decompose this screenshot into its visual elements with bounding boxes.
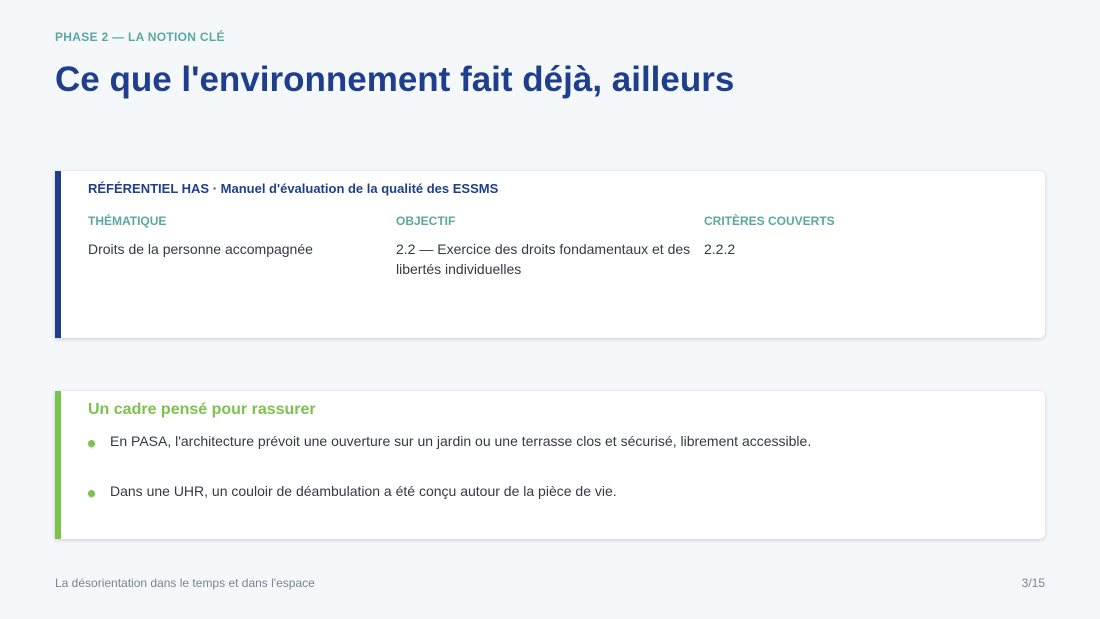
objectif-column: OBJECTIF 2.2 — Exercice des droits fonda… bbox=[396, 214, 696, 279]
cadre-card: Un cadre pensé pour rassurer En PASA, l'… bbox=[55, 391, 1045, 539]
phase-label: PHASE 2 — LA NOTION CLÉ bbox=[55, 30, 225, 44]
criteres-column: CRITÈRES COUVERTS 2.2.2 bbox=[704, 214, 1004, 259]
page-number: 3/15 bbox=[1021, 576, 1045, 590]
cadre-title: Un cadre pensé pour rassurer bbox=[88, 401, 316, 418]
criteres-label: CRITÈRES COUVERTS bbox=[704, 214, 835, 228]
page-title: Ce que l'environnement fait déjà, ailleu… bbox=[55, 60, 735, 99]
referentiel-heading: RÉFÉRENTIEL HAS · Manuel d'évaluation de… bbox=[88, 181, 499, 196]
bullet-dot-icon bbox=[88, 490, 95, 497]
list-item-text: En PASA, l'architecture prévoit une ouve… bbox=[110, 433, 812, 449]
list-item-text: Dans une UHR, un couloir de déambulation… bbox=[110, 483, 617, 499]
objectif-label: OBJECTIF bbox=[396, 214, 456, 228]
thematique-label: THÉMATIQUE bbox=[88, 214, 167, 228]
referentiel-card: RÉFÉRENTIEL HAS · Manuel d'évaluation de… bbox=[55, 171, 1045, 338]
bullet-dot-icon bbox=[88, 440, 95, 447]
footer-text: La désorientation dans le temps et dans … bbox=[55, 576, 315, 590]
objectif-value: 2.2 — Exercice des droits fondamentaux e… bbox=[396, 241, 691, 277]
thematique-value: Droits de la personne accompagnée bbox=[88, 241, 313, 257]
thematique-column: THÉMATIQUE Droits de la personne accompa… bbox=[88, 214, 388, 259]
criteres-value: 2.2.2 bbox=[704, 241, 736, 257]
